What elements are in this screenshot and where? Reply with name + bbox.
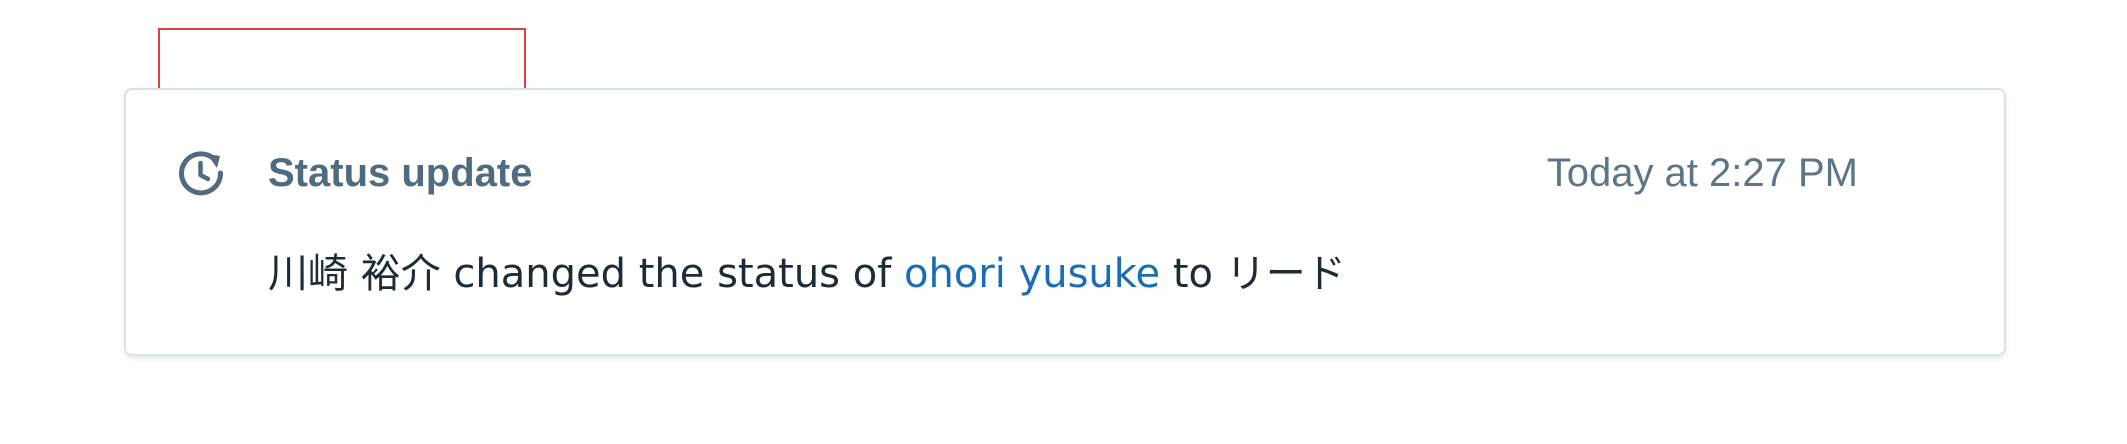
actor-name: 川崎 裕介: [268, 251, 441, 297]
message-verb: changed the status of: [440, 251, 904, 297]
history-clock-icon: [176, 148, 226, 198]
new-status: リード: [1225, 251, 1346, 297]
card-title: Status update: [268, 151, 533, 195]
message-connector: to: [1160, 251, 1226, 297]
activity-message: 川崎 裕介 changed the status of ohori yusuke…: [268, 246, 1346, 302]
contact-link[interactable]: ohori yusuke: [904, 251, 1160, 297]
status-update-card: Status update Today at 2:27 PM 川崎 裕介 cha…: [124, 88, 2006, 356]
timestamp: Today at 2:27 PM: [1546, 151, 1858, 195]
